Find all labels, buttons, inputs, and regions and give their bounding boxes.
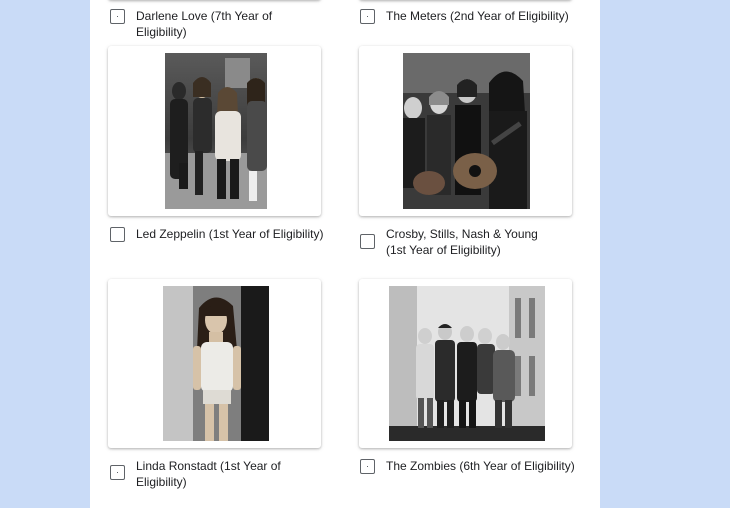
checkbox[interactable]: [110, 9, 125, 24]
option-image-card-crosby-stills-nash-young: [359, 46, 572, 216]
checkbox[interactable]: [360, 459, 375, 474]
option-label: The Zombies (6th Year of Eligibility): [386, 459, 575, 473]
option-label: The Meters (2nd Year of Eligibility): [386, 9, 569, 23]
checkbox[interactable]: [110, 465, 125, 480]
checkbox[interactable]: [110, 227, 125, 242]
checkbox-option-the-meters[interactable]: The Meters (2nd Year of Eligibility): [360, 8, 576, 24]
checkbox-option-linda-ronstadt[interactable]: Linda Ronstadt (1st Year of Eligibility): [110, 458, 296, 490]
option-label: Crosby, Stills, Nash & Young (1st Year o…: [386, 227, 538, 257]
form-sheet: Darlene Love (7th Year of Eligibility) T…: [90, 0, 600, 508]
option-label: Linda Ronstadt (1st Year of Eligibility): [136, 459, 281, 489]
checkbox[interactable]: [360, 234, 375, 249]
option-label: Darlene Love (7th Year of Eligibility): [136, 9, 273, 39]
checkbox-option-the-zombies[interactable]: The Zombies (6th Year of Eligibility): [360, 458, 586, 474]
artist-photo: [163, 286, 269, 441]
option-label: Led Zeppelin (1st Year of Eligibility): [136, 227, 324, 241]
checkbox-option-led-zeppelin[interactable]: Led Zeppelin (1st Year of Eligibility): [110, 226, 326, 242]
checkbox[interactable]: [360, 9, 375, 24]
band-photo: [389, 286, 545, 441]
checkbox-option-darlene-love[interactable]: Darlene Love (7th Year of Eligibility): [110, 8, 326, 40]
option-image-card-the-zombies: [359, 279, 572, 448]
checkbox-option-crosby-stills-nash-young[interactable]: Crosby, Stills, Nash & Young (1st Year o…: [360, 226, 561, 258]
band-photo: [403, 53, 530, 209]
option-image-card-linda-ronstadt: [108, 279, 321, 448]
band-photo: [165, 53, 267, 209]
option-image-card-led-zeppelin: [108, 46, 321, 216]
